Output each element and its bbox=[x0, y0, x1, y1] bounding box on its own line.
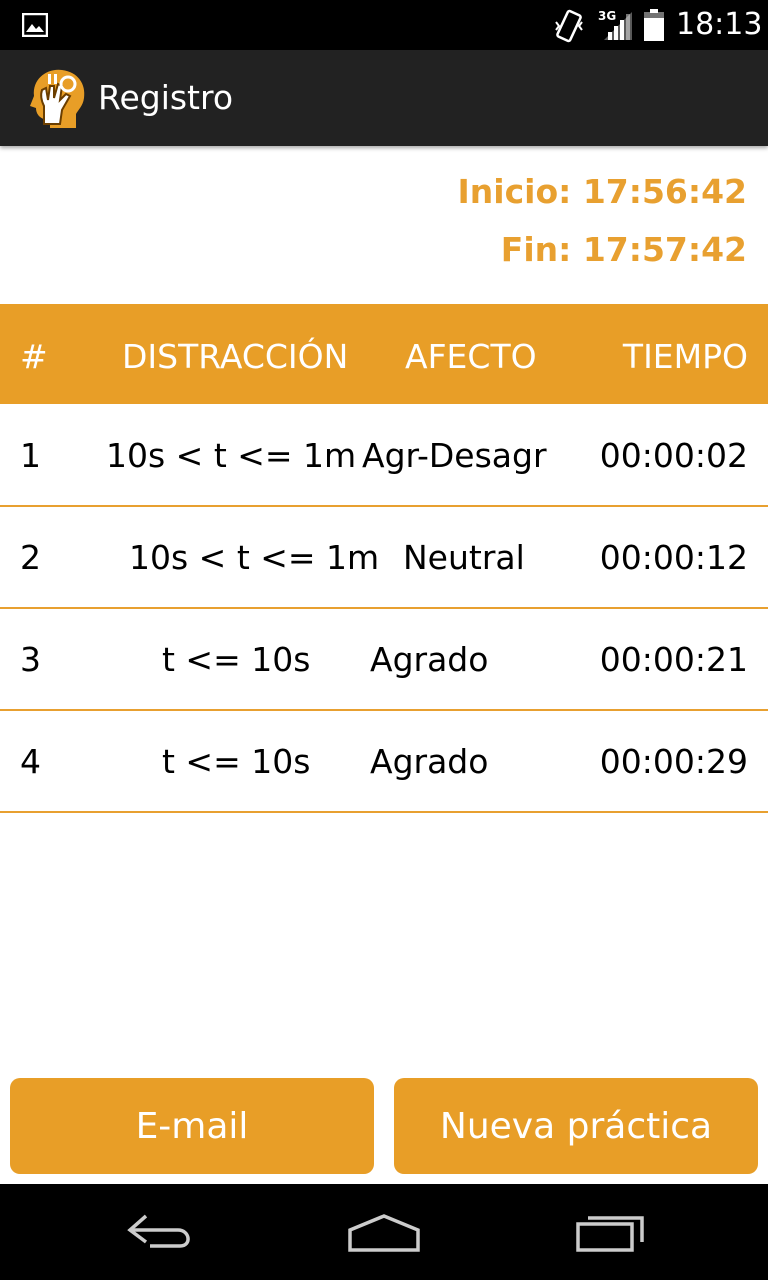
row-tiempo: 00:00:21 bbox=[599, 640, 748, 679]
row-afecto: Neutral bbox=[403, 538, 525, 577]
row-tiempo: 00:00:12 bbox=[599, 538, 748, 577]
head-hand-logo-icon[interactable] bbox=[26, 66, 88, 134]
row-number: 2 bbox=[20, 538, 41, 577]
recent-apps-icon[interactable] bbox=[572, 1208, 652, 1260]
row-number: 4 bbox=[20, 742, 41, 781]
table-row: 3 t <= 10s Agrado 00:00:21 bbox=[0, 608, 768, 711]
action-bar: Registro bbox=[0, 50, 768, 146]
status-bar: 3G 18:13 bbox=[0, 0, 768, 50]
row-distraccion: 10s < t <= 1m bbox=[106, 436, 357, 475]
header-afecto: AFECTO bbox=[405, 337, 537, 376]
table-row: 4 t <= 10s Agrado 00:00:29 bbox=[0, 710, 768, 813]
row-distraccion: t <= 10s bbox=[162, 640, 311, 679]
svg-text:3G: 3G bbox=[598, 9, 616, 23]
battery-icon bbox=[643, 8, 665, 46]
row-number: 1 bbox=[20, 436, 41, 475]
signal-icon: 3G bbox=[598, 8, 634, 46]
row-distraccion: t <= 10s bbox=[162, 742, 311, 781]
row-tiempo: 00:00:02 bbox=[599, 436, 748, 475]
row-afecto: Agr-Desagr bbox=[362, 436, 547, 475]
email-button[interactable]: E-mail bbox=[10, 1078, 374, 1174]
row-afecto: Agrado bbox=[370, 640, 489, 679]
status-time: 18:13 bbox=[676, 7, 763, 42]
table-row: 2 10s < t <= 1m Neutral 00:00:12 bbox=[0, 506, 768, 609]
new-practice-button[interactable]: Nueva práctica bbox=[394, 1078, 758, 1174]
action-bar-title: Registro bbox=[98, 78, 234, 117]
row-afecto: Agrado bbox=[370, 742, 489, 781]
row-tiempo: 00:00:29 bbox=[599, 742, 748, 781]
header-distraccion: DISTRACCIÓN bbox=[122, 337, 349, 376]
row-distraccion: 10s < t <= 1m bbox=[129, 538, 380, 577]
navigation-bar bbox=[0, 1184, 768, 1280]
table-row: 1 10s < t <= 1m Agr-Desagr 00:00:02 bbox=[0, 404, 768, 507]
vibrate-icon bbox=[553, 8, 585, 48]
header-tiempo: TIEMPO bbox=[622, 337, 748, 376]
start-time-label: Inicio: 17:56:42 bbox=[457, 172, 747, 211]
back-icon[interactable] bbox=[120, 1208, 200, 1260]
end-time-label: Fin: 17:57:42 bbox=[500, 230, 747, 269]
home-icon[interactable] bbox=[344, 1208, 424, 1260]
row-number: 3 bbox=[20, 640, 41, 679]
table-header: # DISTRACCIÓN AFECTO TIEMPO bbox=[0, 304, 768, 404]
image-notification-icon bbox=[21, 12, 49, 41]
header-number: # bbox=[20, 337, 48, 376]
